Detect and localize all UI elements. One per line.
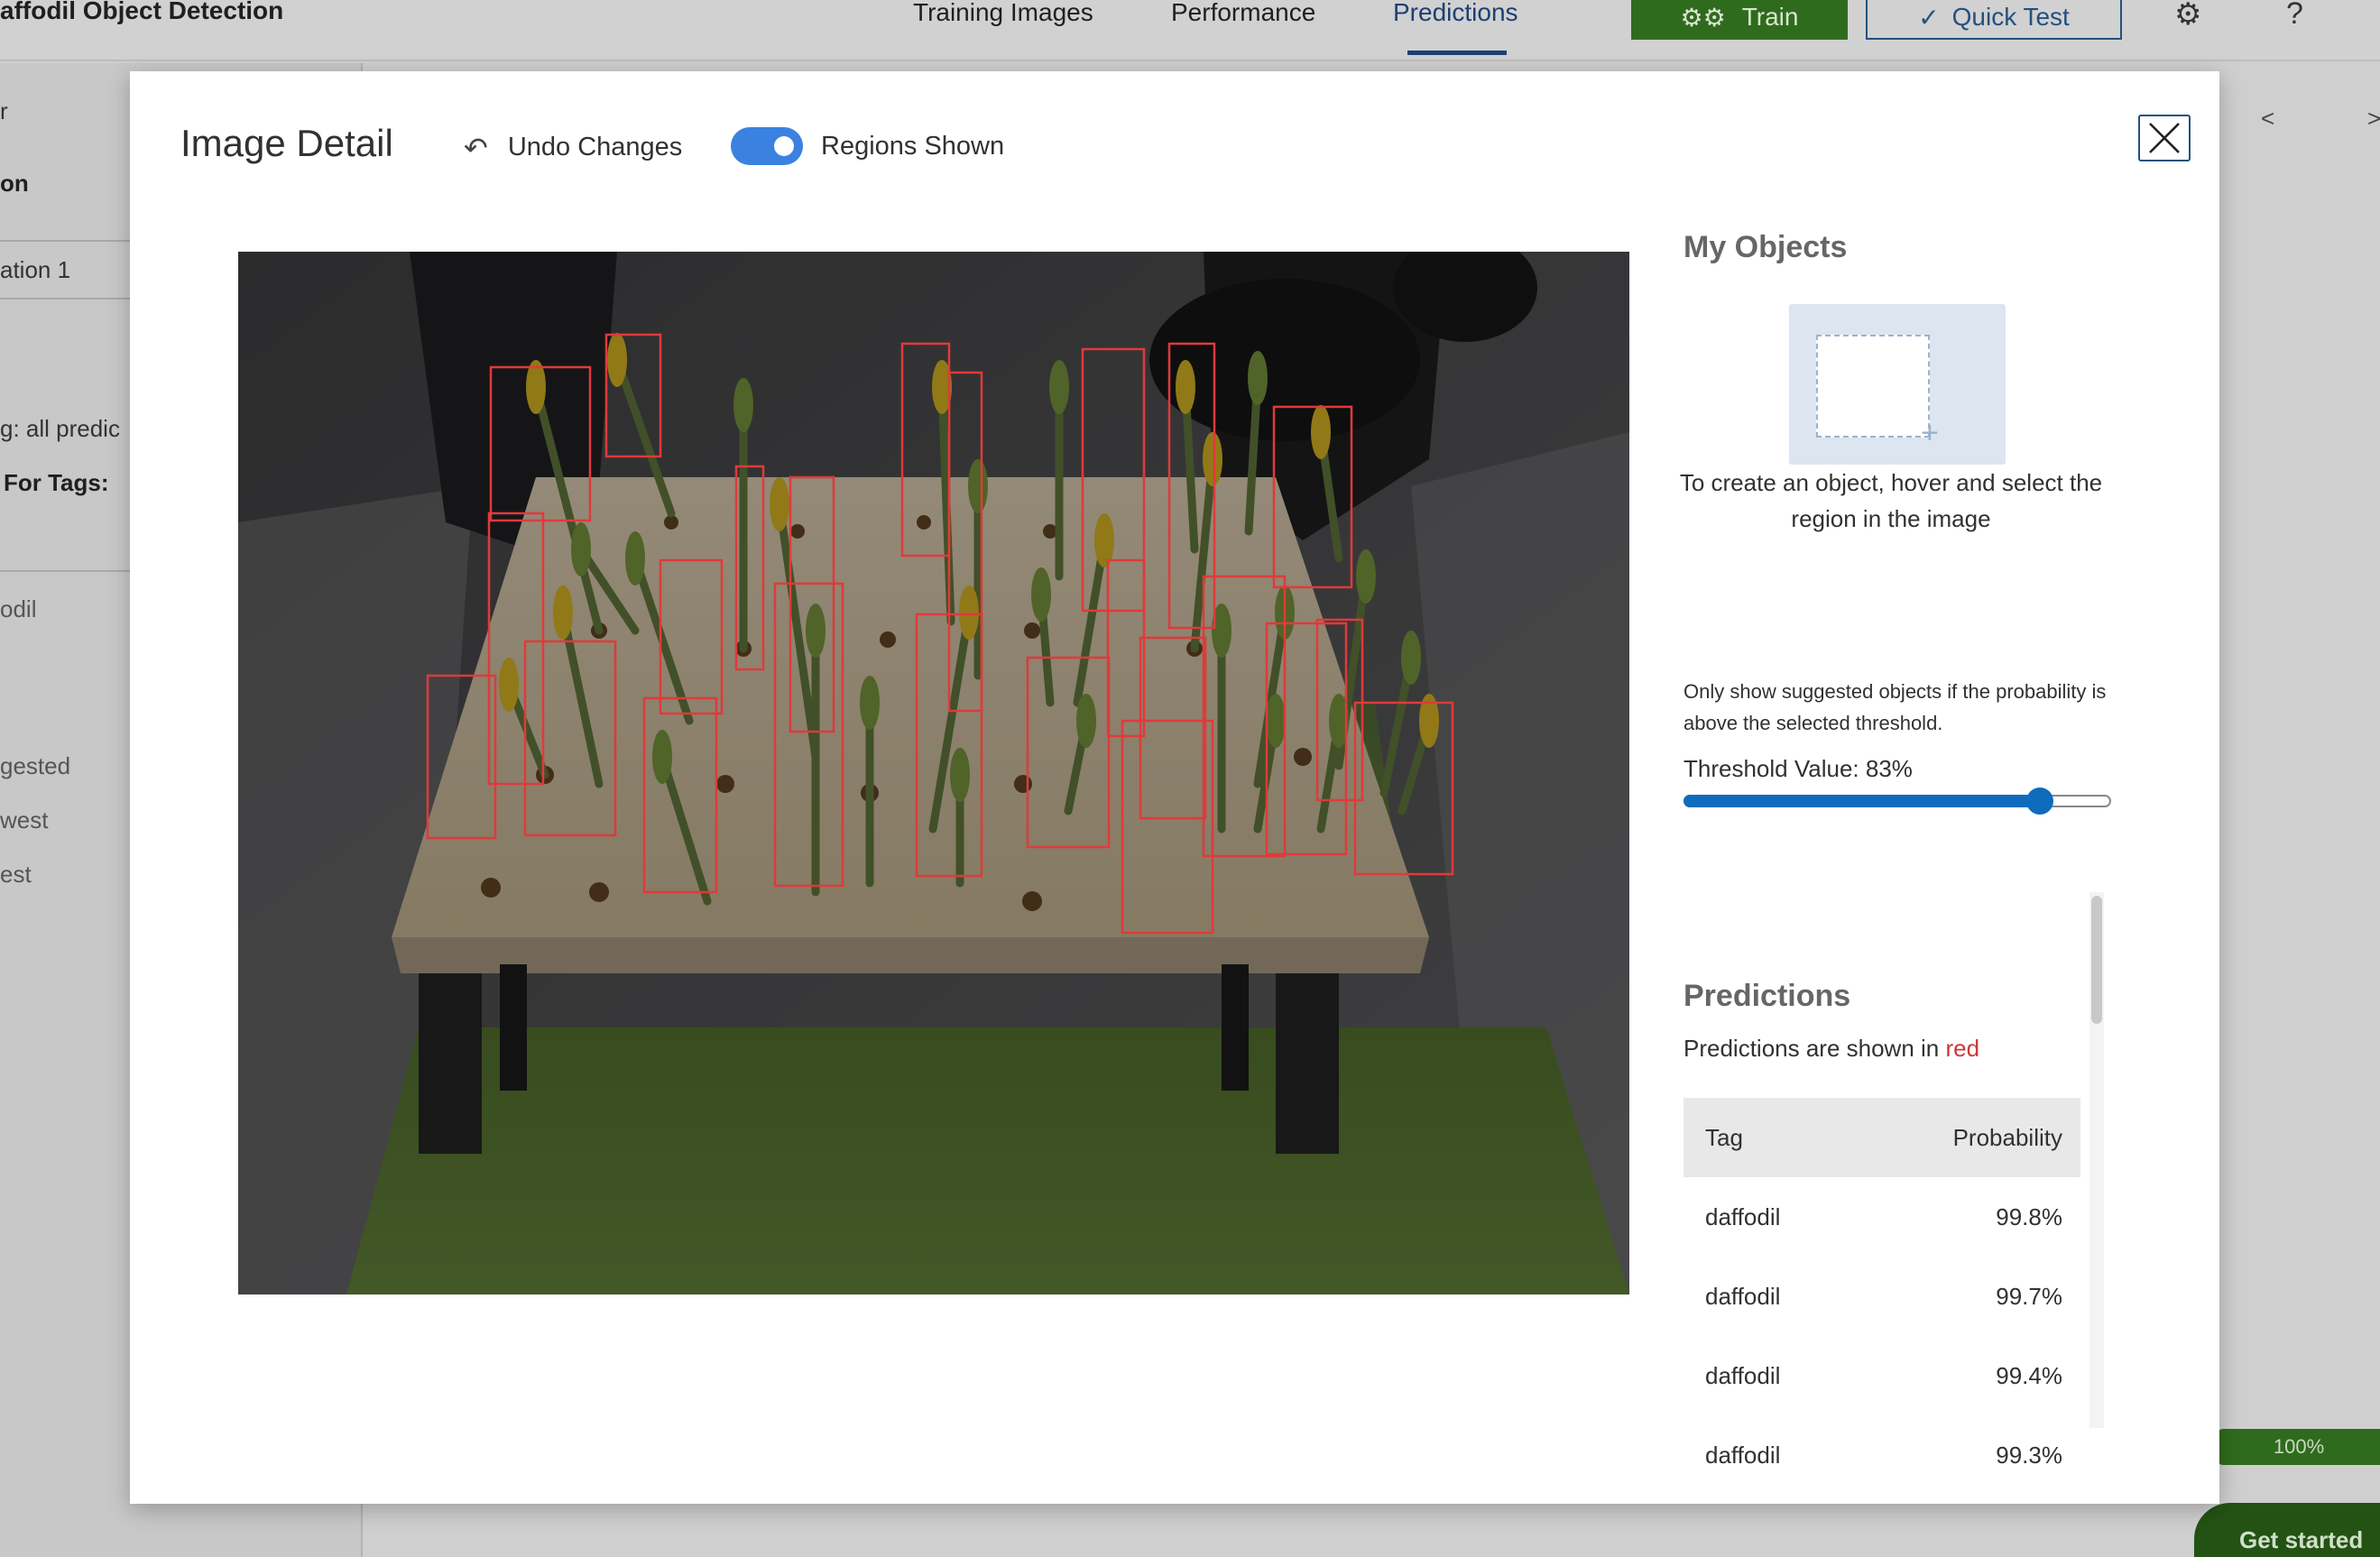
prev-chevron-icon[interactable]: < xyxy=(2261,105,2274,133)
row-probability: 99.8% xyxy=(1996,1202,2062,1230)
divider xyxy=(0,240,132,242)
threshold-slider[interactable] xyxy=(1684,788,2111,815)
row-tag: daffodil xyxy=(1705,1282,1781,1310)
prediction-region[interactable] xyxy=(523,640,617,837)
close-icon xyxy=(2149,123,2180,153)
prediction-region[interactable] xyxy=(1167,342,1216,630)
left-panel-iteration[interactable]: ation 1 xyxy=(0,256,70,284)
prediction-region[interactable] xyxy=(1265,622,1348,856)
train-button[interactable]: ⚙⚙ Train xyxy=(1631,0,1848,40)
undo-icon: ↶ xyxy=(464,131,488,164)
progress-indicator: 100% xyxy=(2218,1429,2380,1465)
prediction-region[interactable] xyxy=(900,342,951,557)
threshold-label: Threshold Value: 83% xyxy=(1684,755,1913,782)
prediction-region[interactable] xyxy=(1121,719,1214,935)
prediction-region[interactable] xyxy=(1081,347,1146,613)
toggle-switch[interactable] xyxy=(731,127,803,165)
image-detail-modal: Image Detail ↶ Undo Changes Regions Show… xyxy=(130,71,2219,1504)
left-panel-filter[interactable]: g: all predic xyxy=(0,415,120,443)
predictions-color-word: red xyxy=(1945,1035,1980,1062)
left-panel-for-tags: For Tags: xyxy=(4,469,109,496)
scrollbar-thumb[interactable] xyxy=(2091,896,2102,1024)
prediction-region[interactable] xyxy=(489,365,592,522)
table-row[interactable]: daffodil 99.3% xyxy=(1684,1415,2080,1495)
column-header-probability: Probability xyxy=(1952,1123,2062,1151)
app-header: affodil Object Detection Training Images… xyxy=(0,0,2380,61)
gears-icon: ⚙⚙ xyxy=(1680,3,1726,32)
threshold-help: Only show suggested objects if the proba… xyxy=(1684,680,2107,734)
next-chevron-icon[interactable]: > xyxy=(2367,105,2380,133)
prediction-region[interactable] xyxy=(659,558,724,715)
row-probability: 99.3% xyxy=(1996,1441,2062,1469)
prediction-region[interactable] xyxy=(1026,656,1111,849)
row-probability: 99.7% xyxy=(1996,1282,2062,1310)
quick-test-button[interactable]: ✓ Quick Test xyxy=(1866,0,2122,40)
create-object-tile[interactable]: + xyxy=(1789,304,2006,465)
predictions-table: Tag Probability daffodil 99.8% daffodil … xyxy=(1684,1098,2080,1495)
prediction-region[interactable] xyxy=(426,674,497,840)
row-tag: daffodil xyxy=(1705,1361,1781,1389)
app-title: affodil Object Detection xyxy=(0,0,284,24)
prediction-region[interactable] xyxy=(487,511,545,786)
prediction-region[interactable] xyxy=(1353,701,1454,876)
prediction-region[interactable] xyxy=(642,696,718,894)
tab-performance[interactable]: Performance xyxy=(1171,0,1315,27)
my-objects-title: My Objects xyxy=(1684,230,1848,264)
tab-training-images[interactable]: Training Images xyxy=(913,0,1093,27)
left-panel-sort-lowest[interactable]: west xyxy=(0,806,48,834)
get-started-button[interactable]: Get started xyxy=(2194,1503,2380,1557)
prediction-region[interactable] xyxy=(1272,405,1353,589)
undo-label: Undo Changes xyxy=(507,133,683,161)
toggle-knob xyxy=(774,136,794,156)
prediction-region[interactable] xyxy=(1106,558,1146,738)
prediction-region[interactable] xyxy=(1202,575,1287,858)
slider-thumb[interactable] xyxy=(2026,788,2054,815)
prediction-region[interactable] xyxy=(947,371,983,713)
prediction-region[interactable] xyxy=(604,333,662,458)
predictions-title: Predictions xyxy=(1684,979,1851,1013)
help-icon[interactable]: ? xyxy=(2286,0,2303,32)
plus-icon: + xyxy=(1921,416,1939,450)
row-tag: daffodil xyxy=(1705,1441,1781,1469)
prediction-region[interactable] xyxy=(1139,636,1207,820)
row-tag: daffodil xyxy=(1705,1202,1781,1230)
regions-shown-label: Regions Shown xyxy=(821,131,1005,161)
divider xyxy=(0,298,132,299)
table-row[interactable]: daffodil 99.8% xyxy=(1684,1177,2080,1257)
undo-changes-button[interactable]: ↶ Undo Changes xyxy=(464,133,682,162)
left-panel-sort-suggested[interactable]: gested xyxy=(0,752,70,780)
left-panel-tag-daffodil[interactable]: odil xyxy=(0,595,36,623)
active-tab-indicator xyxy=(1407,51,1507,55)
row-probability: 99.4% xyxy=(1996,1361,2062,1389)
predictions-desc-text: Predictions are shown in xyxy=(1684,1035,1946,1062)
predictions-panel: Predictions Predictions are shown in red… xyxy=(1684,892,2080,1502)
table-row[interactable]: daffodil 99.7% xyxy=(1684,1257,2080,1336)
quick-test-label: Quick Test xyxy=(1951,3,2070,31)
left-panel-item: r xyxy=(0,97,8,124)
modal-title: Image Detail xyxy=(180,122,393,164)
slider-fill xyxy=(1684,795,2039,807)
left-panel-sort-highest[interactable]: est xyxy=(0,861,32,889)
table-header: Tag Probability xyxy=(1684,1098,2080,1177)
tab-predictions[interactable]: Predictions xyxy=(1393,0,1518,27)
region-placeholder-icon xyxy=(1816,335,1930,438)
check-icon: ✓ xyxy=(1918,3,1940,32)
detail-image[interactable] xyxy=(238,252,1629,1294)
settings-gear-icon[interactable]: ⚙ xyxy=(2174,0,2201,32)
train-label: Train xyxy=(1741,3,1799,31)
prediction-boxes xyxy=(426,333,1454,935)
prediction-region[interactable] xyxy=(789,475,835,733)
close-button[interactable] xyxy=(2138,115,2191,161)
predictions-description: Predictions are shown in red xyxy=(1684,1035,1979,1063)
regions-shown-toggle[interactable]: Regions Shown xyxy=(731,127,1004,165)
table-row[interactable]: daffodil 99.4% xyxy=(1684,1336,2080,1415)
divider xyxy=(0,570,132,572)
create-object-help: To create an object, hover and select th… xyxy=(1679,469,2103,532)
prediction-region[interactable] xyxy=(734,465,765,671)
column-header-tag: Tag xyxy=(1705,1123,1743,1151)
left-panel-heading: on xyxy=(0,170,29,197)
